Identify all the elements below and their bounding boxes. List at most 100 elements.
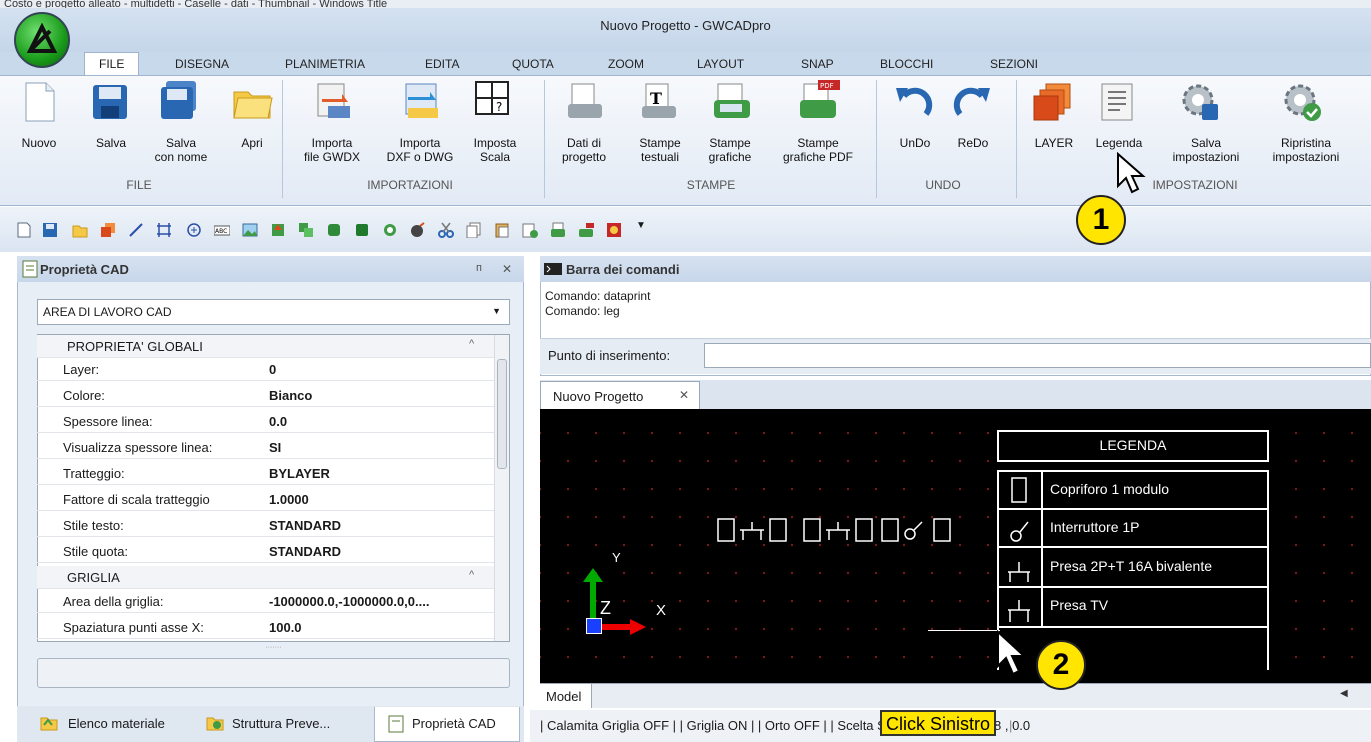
tb-paste-icon[interactable] [494,222,510,238]
tb-dimension-icon[interactable] [156,222,172,238]
tab-proprieta-cad[interactable]: Proprietà CAD [412,716,496,731]
tab-layout[interactable]: LAYOUT [697,57,744,71]
prop-row[interactable]: Stile quota: STANDARD [37,540,494,563]
tab-elenco-materiale[interactable]: Elenco materiale [68,716,165,731]
property-grid-scrollbar[interactable] [494,335,509,641]
prop-row[interactable]: Layer: 0 [37,358,494,381]
nuovo-button[interactable]: Nuovo [14,80,64,150]
redo-button[interactable]: ReDo [948,80,998,150]
placed-symbols[interactable] [716,516,956,546]
tb-line-icon[interactable] [128,222,144,238]
tab-sezioni[interactable]: SEZIONI [990,57,1038,71]
command-input-label: Punto di inserimento: [548,348,671,363]
imposta-scala-button[interactable]: Imposta Scala [466,80,524,164]
toolbar-overflow-icon[interactable]: ▼ [636,220,646,231]
salva-button[interactable]: Salva [86,80,136,150]
salva-con-nome-label: Salva [165,136,197,150]
top-cut-text: Costo e progetto alleato - multidetti - … [0,0,1371,8]
step-badge-1: 1 [1076,195,1126,245]
tab-struttura-preventivo[interactable]: Struttura Preve... [232,716,330,731]
scrollbar-thumb[interactable] [497,359,507,469]
prop-row[interactable]: Colore: Bianco [37,384,494,407]
collapse-icon[interactable]: ^ [469,338,474,350]
close-tab-icon[interactable]: ✕ [679,388,689,402]
ripristina-impostazioni-label: Ripristina [1280,136,1331,150]
salva-con-nome-button[interactable]: Salva con nome [146,80,216,164]
tb-print-pdf-icon[interactable] [578,222,594,238]
tb-target-icon[interactable] [382,222,398,238]
tab-blocchi[interactable]: BLOCCHI [880,57,933,71]
prop-row[interactable]: Area della griglia: -1000000.0,-1000000.0… [37,590,494,613]
tb-bomb-icon[interactable] [410,222,426,238]
category-griglia[interactable]: GRIGLIA ^ [37,566,494,589]
prop-name: Layer: [63,362,100,377]
stampe-grafiche-button[interactable]: Stampe grafiche [700,80,760,164]
scroll-left-icon[interactable]: ◀ [1340,688,1348,699]
importa-dxf-button[interactable]: Importa DXF o DWG [382,80,458,164]
tb-open-icon[interactable] [72,222,88,238]
splitter-handle[interactable]: ······· [37,644,510,652]
prop-row[interactable]: Tratteggio: BYLAYER [37,462,494,485]
dati-progetto-button[interactable]: Dati di progetto [554,80,614,164]
tb-save-icon[interactable] [42,222,58,238]
collapse-icon[interactable]: ^ [469,569,474,581]
tb-image-icon[interactable] [242,222,258,238]
console-icon [544,263,562,275]
app-logo-button[interactable] [14,12,70,68]
legend-row-line [997,586,1269,588]
tb-copy-doc-icon[interactable] [466,222,482,238]
prop-row[interactable]: Stile testo: STANDARD [37,514,494,537]
prop-row[interactable]: Spaziatura punti asse X: 100.0 [37,616,494,639]
stampe-testuali-button[interactable]: Stampe testuali [630,80,690,164]
close-icon[interactable]: ✕ [502,262,512,276]
tab-disegna[interactable]: DISEGNA [175,57,229,71]
undo-button[interactable]: UnDo [890,80,940,150]
stampe-grafiche-label-2: grafiche [708,150,752,164]
group-undo-label: UNDO [925,178,961,192]
tab-snap[interactable]: SNAP [801,57,834,71]
pin-icon[interactable]: ᴨ [476,262,482,274]
prop-value: 0 [269,362,277,377]
command-input[interactable] [704,343,1371,368]
tb-block-icon[interactable] [270,222,286,238]
tab-quota[interactable]: QUOTA [512,57,554,71]
object-select[interactable]: AREA DI LAVORO CAD ▼ [37,299,510,325]
ripristina-impostazioni-button[interactable]: Ripristina impostazioni [1258,80,1354,164]
x-axis-arrow [600,624,632,630]
tab-edita[interactable]: EDITA [425,57,459,71]
tb-print-icon[interactable] [550,222,566,238]
prop-row[interactable]: Visualizza spessore linea: SI [37,436,494,459]
crosshair-line [928,630,1000,631]
tb-copy-icon[interactable] [298,222,314,238]
apri-button[interactable]: Apri [230,80,274,150]
prop-row[interactable]: Spessore linea: 0.0 [37,410,494,433]
salva-impostazioni-button[interactable]: Salva impostazioni [1164,80,1248,164]
imposta-scala-label: Imposta [473,136,517,150]
tb-new-icon[interactable] [16,222,32,238]
tab-model[interactable]: Model [540,684,592,708]
tb-move-icon[interactable] [326,222,342,238]
legend-divider [1041,470,1043,628]
tb-cut-icon[interactable] [438,222,454,238]
tb-group-icon[interactable] [354,222,370,238]
tb-exit-icon[interactable] [606,222,622,238]
tb-text-icon[interactable]: ABC [214,222,230,238]
stampe-pdf-button[interactable]: Stampe grafiche PDF [770,80,866,164]
tb-layer-icon[interactable] [100,222,116,238]
tab-zoom[interactable]: ZOOM [608,57,644,71]
tb-circle-icon[interactable] [186,222,202,238]
prop-value: Bianco [269,388,313,403]
tab-planimetria[interactable]: PLANIMETRIA [285,57,365,71]
document-tab[interactable]: Nuovo Progetto ✕ [540,381,700,411]
prop-value: BYLAYER [269,466,330,481]
layer-button[interactable]: LAYER [1024,80,1084,150]
importa-gwdx-button[interactable]: Importa file GWDX [294,80,370,164]
tb-insert-icon[interactable] [522,222,538,238]
nuovo-label: Nuovo [21,136,57,150]
category-proprieta-globali[interactable]: PROPRIETA' GLOBALI ^ [37,335,494,358]
struttura-preventivo-icon [206,717,224,731]
quick-toolbar [0,207,1371,252]
prop-row[interactable]: Fattore di scala tratteggio 1.0000 [37,488,494,511]
legenda-button[interactable]: Legenda [1084,80,1154,150]
tab-file[interactable]: FILE [84,52,140,77]
